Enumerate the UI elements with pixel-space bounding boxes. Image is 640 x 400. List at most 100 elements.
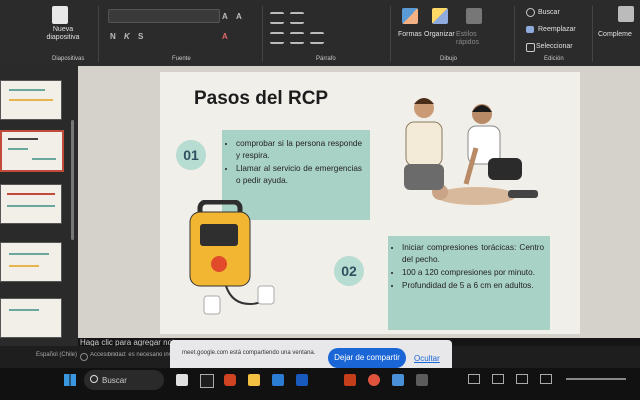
new-slide-button[interactable]: Nueva diapositiva [44, 26, 82, 42]
slide-thumbnails-pane [0, 66, 78, 346]
cpr-illustration [404, 98, 538, 205]
shapes-button[interactable]: Formas [398, 31, 422, 38]
step1-bullet: Llamar al servicio de emergencias o pedi… [236, 163, 362, 187]
italic-icon[interactable]: K [124, 32, 130, 41]
strike-icon[interactable]: S [138, 32, 143, 41]
patient-legs [508, 190, 538, 198]
language-status[interactable]: Español (Chile) [36, 352, 77, 358]
search-icon[interactable] [526, 8, 535, 17]
slide-thumbnail[interactable] [0, 80, 62, 120]
step2-bullet: Profundidad de 5 a 6 cm en adultos. [402, 280, 544, 292]
share-message: meet.google.com está compartiendo una ve… [182, 350, 316, 356]
thumb-line [9, 253, 49, 255]
separator [514, 6, 515, 62]
thumb-line [7, 205, 55, 207]
view-normal-icon[interactable] [468, 374, 480, 384]
rescuer1-legs [404, 164, 444, 190]
thumb-line [9, 89, 45, 91]
app-icon-5[interactable] [272, 374, 284, 386]
accessibility-icon [80, 353, 88, 361]
slide-thumbnail[interactable] [0, 242, 62, 282]
numbering-icon[interactable] [290, 12, 304, 24]
view-reading-icon[interactable] [516, 374, 528, 384]
aed-pad-2 [257, 285, 275, 305]
grow-font-icon[interactable]: A [222, 12, 228, 21]
arrange-icon[interactable] [432, 8, 448, 24]
group-paragraph-label: Párrafo [316, 56, 336, 62]
app-icon-4[interactable] [248, 374, 260, 386]
aed-pad-1 [203, 295, 221, 315]
bold-icon[interactable]: N [110, 32, 116, 41]
separator [98, 6, 99, 62]
zoom-slider[interactable] [566, 378, 626, 380]
thumb-line [9, 265, 39, 267]
thumb-line [32, 158, 56, 160]
shrink-font-icon[interactable]: A [236, 12, 242, 21]
app-icon-9[interactable] [392, 374, 404, 386]
slide-title[interactable]: Pasos del RCP [194, 88, 328, 110]
font-name-box[interactable] [108, 9, 220, 23]
app-icon-7[interactable] [344, 374, 356, 386]
group-slides-label: Diapositivas [52, 56, 85, 62]
view-slideshow-icon[interactable] [540, 374, 552, 384]
slide[interactable]: Pasos del RCP 01 comprobar si la persona… [160, 72, 580, 334]
font-color-icon[interactable]: A [222, 32, 228, 41]
separator [390, 6, 391, 62]
group-editing-label: Edición [544, 56, 564, 62]
new-slide-icon[interactable] [52, 6, 68, 24]
rescuer1-hair [414, 98, 434, 104]
step2-number: 02 [334, 256, 364, 286]
slide-thumbnail-selected[interactable] [0, 130, 64, 172]
complements-icon[interactable] [618, 6, 634, 22]
aed-screen [200, 224, 238, 246]
hide-link[interactable]: Ocultar [414, 354, 440, 363]
view-sorter-icon[interactable] [492, 374, 504, 384]
shapes-icon[interactable] [402, 8, 418, 24]
thumb-line [7, 193, 55, 195]
step1-number: 01 [176, 140, 206, 170]
patient-body [436, 187, 516, 205]
select-button[interactable]: Seleccionar [536, 43, 573, 50]
windows-start-icon[interactable] [64, 374, 76, 386]
aed-body [189, 211, 251, 287]
complements-button[interactable]: Compleme [598, 31, 632, 38]
aed-illustration [189, 200, 275, 315]
replace-button[interactable]: Reemplazar [538, 26, 576, 33]
align-left-icon[interactable] [270, 32, 284, 44]
taskbar-search-label: Buscar [102, 376, 127, 385]
thumb-line [8, 148, 28, 150]
app-icon-8[interactable] [368, 374, 380, 386]
replace-icon[interactable] [526, 26, 534, 33]
app-icon-3[interactable] [224, 374, 236, 386]
group-drawing-label: Dibujo [440, 56, 458, 62]
align-right-icon[interactable] [310, 32, 324, 44]
quick-styles-icon[interactable] [466, 8, 482, 24]
group-font-label: Fuente [172, 56, 191, 62]
step1-bullet: comprobar si la persona responde y respi… [236, 138, 362, 162]
arrange-button[interactable]: Organizar [424, 31, 455, 38]
step2-bullet: 100 a 120 compresiones por minuto. [402, 267, 544, 279]
thumb-line [9, 99, 53, 101]
separator [262, 6, 263, 62]
select-icon[interactable] [526, 43, 535, 52]
slide-thumbnail[interactable] [0, 298, 62, 338]
search-ribbon-button[interactable]: Buscar [538, 9, 560, 16]
rescuer1-torso [405, 121, 443, 167]
taskbar-search-box[interactable]: Buscar [84, 370, 164, 390]
rescuer2-legs [488, 158, 522, 180]
separator [592, 6, 593, 62]
quick-styles-button[interactable]: Estilos rápidos [456, 31, 492, 47]
bullets-icon[interactable] [270, 12, 284, 24]
stop-sharing-button[interactable]: Dejar de compartir [328, 348, 406, 368]
thumb-line [8, 138, 38, 140]
app-icon-2[interactable] [200, 374, 214, 388]
ribbon: Nueva diapositiva Diapositivas A A N K S… [0, 0, 640, 66]
app-icon-1[interactable] [176, 374, 188, 386]
accessibility-status[interactable]: Accesibilidad: es necesario investigar [90, 352, 170, 358]
app-icon-10[interactable] [416, 374, 428, 386]
thumbs-scrollbar[interactable] [71, 120, 74, 240]
step2-box[interactable]: Iniciar compresiones torácicas: Centro d… [388, 236, 550, 330]
app-icon-6[interactable] [296, 374, 308, 386]
slide-thumbnail[interactable] [0, 184, 62, 224]
align-center-icon[interactable] [290, 32, 304, 44]
